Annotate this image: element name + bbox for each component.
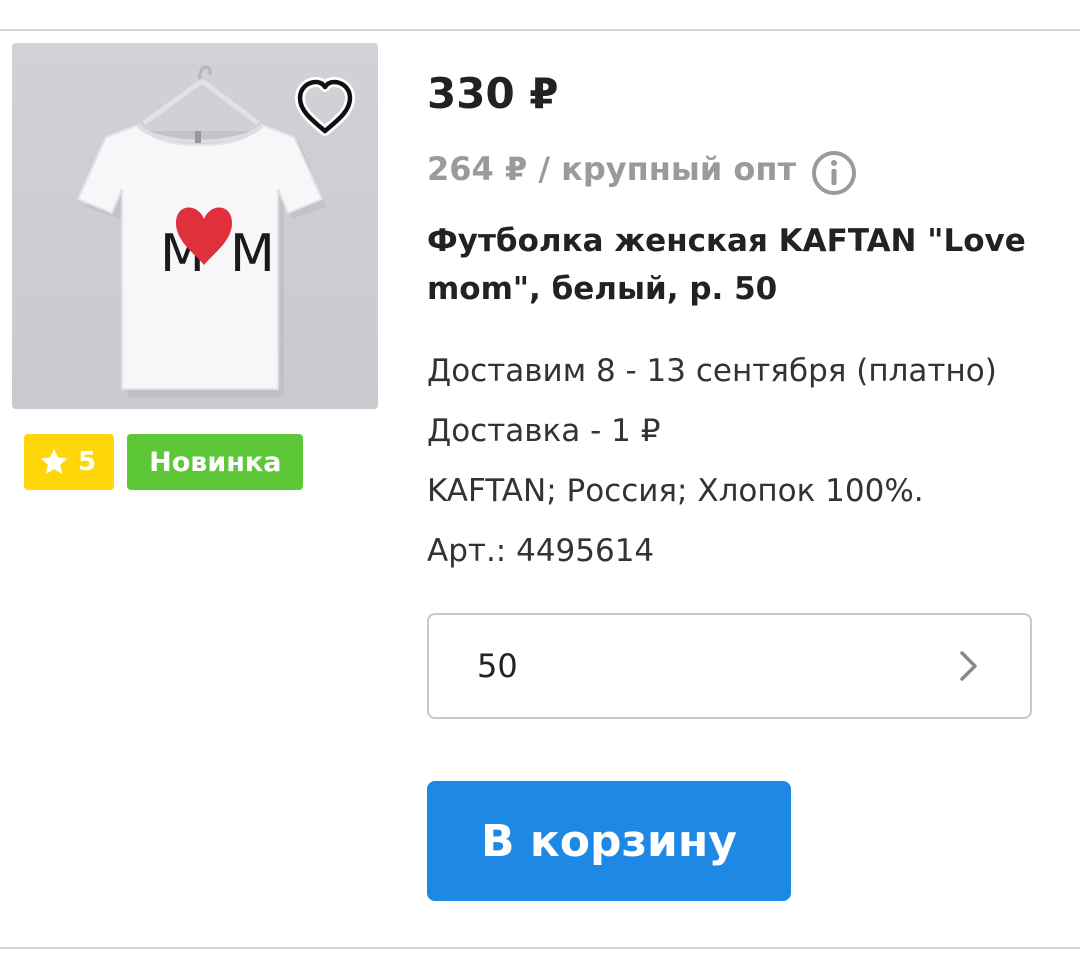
size-value: 50 bbox=[477, 647, 518, 685]
badges: 5 Новинка bbox=[24, 434, 304, 490]
chevron-right-icon bbox=[960, 651, 977, 681]
wholesale-price: 264 ₽ / крупный опт bbox=[427, 150, 797, 188]
price: 330 ₽ bbox=[427, 69, 559, 118]
rating-value: 5 bbox=[78, 447, 97, 477]
product-image[interactable]: M M bbox=[12, 43, 378, 409]
wholesale-price-row: 264 ₽ / крупный опт bbox=[427, 141, 858, 197]
delivery-date: Доставим 8 - 13 сентября (платно) bbox=[427, 353, 997, 389]
star-icon bbox=[40, 448, 68, 474]
delivery-cost: Доставка - 1 ₽ bbox=[427, 413, 661, 449]
product-attributes: KAFTAN; Россия; Хлопок 100%. bbox=[427, 473, 924, 509]
product-card: M M 5 Новинка 330 ₽ 264 ₽ / крупный опт bbox=[0, 29, 1080, 949]
size-select[interactable]: 50 bbox=[427, 613, 1032, 719]
product-title[interactable]: Футболка женская KAFTAN "Love mom", белы… bbox=[427, 217, 1047, 313]
add-to-cart-button[interactable]: В корзину bbox=[427, 781, 791, 901]
print-letter-right: M bbox=[230, 224, 275, 284]
article-number: Арт.: 4495614 bbox=[427, 533, 655, 569]
rating-badge: 5 bbox=[24, 434, 115, 490]
info-circle-icon[interactable] bbox=[810, 149, 858, 197]
heart-outline-icon bbox=[295, 77, 355, 136]
favorite-button[interactable] bbox=[290, 73, 360, 143]
new-badge: Новинка bbox=[127, 434, 304, 490]
